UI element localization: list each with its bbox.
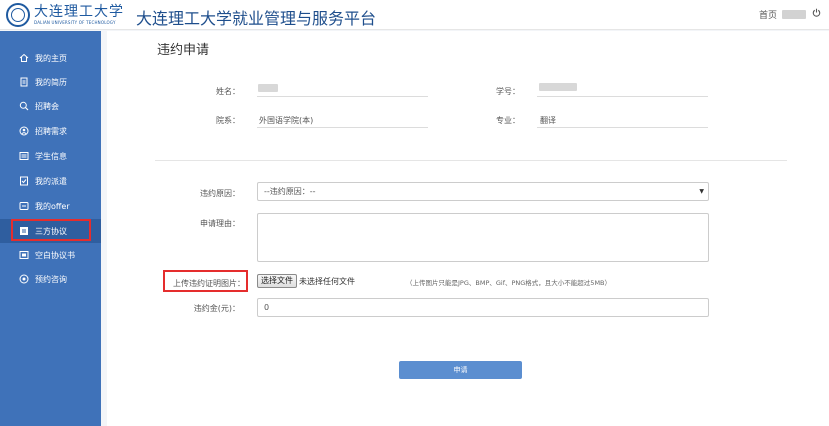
- sidebar-item-label: 招聘会: [35, 101, 59, 111]
- sidebar-item-label: 我的派遣: [35, 176, 67, 186]
- consult-icon: [19, 274, 29, 284]
- department-value: 外国语学院(本): [259, 116, 314, 125]
- major-underline: [537, 127, 708, 128]
- deposit-input[interactable]: 0: [257, 298, 709, 317]
- power-icon[interactable]: [812, 8, 821, 17]
- demand-icon: [19, 126, 29, 136]
- sidebar-item-label: 我的主页: [35, 53, 67, 63]
- name-value-masked: [258, 84, 278, 92]
- breach-reason-select[interactable]: --违约原因：-- ▼: [257, 182, 709, 201]
- section-divider: [155, 160, 787, 161]
- sidebar-item-blank-agreement[interactable]: 空白协议书: [0, 243, 101, 267]
- sidebar-item-dispatch[interactable]: 我的派遣: [0, 169, 101, 193]
- info-icon: [19, 151, 29, 161]
- name-label: 姓名：: [216, 87, 240, 96]
- student-id-label: 学号：: [496, 87, 520, 96]
- student-id-value-masked: [539, 83, 577, 91]
- major-label: 专业：: [496, 116, 520, 125]
- breach-reason-label: 违约原因：: [200, 189, 240, 198]
- sidebar-item-recruit-demand[interactable]: 招聘需求: [0, 119, 101, 143]
- student-id-underline: [537, 96, 708, 97]
- chevron-down-icon: ▼: [699, 188, 704, 195]
- sidebar-item-label: 我的offer: [35, 201, 70, 211]
- sidebar-item-label: 预约咨询: [35, 274, 67, 284]
- sidebar-item-job-fair[interactable]: 招聘会: [0, 94, 101, 118]
- logo-text: 大连理工大学: [34, 3, 124, 20]
- department-label: 院系：: [216, 116, 240, 125]
- name-underline: [257, 96, 428, 97]
- major-value: 翻译: [540, 116, 556, 125]
- top-header: 大连理工大学 DALIAN UNIVERSITY OF TECHNOLOGY 大…: [0, 0, 829, 30]
- dispatch-icon: [19, 176, 29, 186]
- sidebar-item-home[interactable]: 我的主页: [0, 46, 101, 70]
- offer-icon: [19, 201, 29, 211]
- upload-hint: （上传图片只能是JPG、BMP、Gif、PNG格式，且大小不能超过5MB）: [406, 279, 612, 287]
- sidebar-item-resume[interactable]: 我的简历: [0, 70, 101, 94]
- submit-button[interactable]: 申请: [399, 361, 522, 379]
- sidebar-item-label: 学生信息: [35, 151, 67, 161]
- sidebar-item-offer[interactable]: 我的offer: [0, 194, 101, 218]
- deposit-label: 违约金(元)：: [193, 304, 240, 313]
- university-seal-icon: [6, 3, 30, 27]
- breach-reason-selected: --违约原因：--: [264, 187, 316, 196]
- file-status-text: 未选择任何文件: [299, 277, 355, 286]
- search-icon: [19, 101, 29, 111]
- apply-reason-label: 申请理由：: [200, 219, 240, 228]
- sidebar-item-student-info[interactable]: 学生信息: [0, 144, 101, 168]
- choose-file-button[interactable]: 选择文件: [257, 274, 297, 288]
- sidebar-item-label: 我的简历: [35, 77, 67, 87]
- user-name-masked[interactable]: [782, 10, 806, 19]
- home-icon: [19, 53, 29, 63]
- logo-english-text: DALIAN UNIVERSITY OF TECHNOLOGY: [34, 19, 116, 25]
- blank-agreement-icon: [19, 250, 29, 260]
- upload-label-highlight-box: [163, 270, 248, 292]
- home-link[interactable]: 首页: [759, 8, 777, 21]
- apply-reason-textarea[interactable]: [257, 213, 709, 262]
- sidebar-item-consult[interactable]: 预约咨询: [0, 267, 101, 291]
- resume-icon: [19, 77, 29, 87]
- department-underline: [257, 127, 428, 128]
- page-title: 违约申请: [157, 43, 210, 58]
- active-item-highlight-box: [11, 219, 91, 241]
- university-logo[interactable]: 大连理工大学 DALIAN UNIVERSITY OF TECHNOLOGY: [6, 3, 124, 27]
- sidebar-item-label: 招聘需求: [35, 126, 67, 136]
- sidebar-item-label: 空白协议书: [35, 250, 75, 260]
- platform-title: 大连理工大学就业管理与服务平台: [136, 9, 377, 28]
